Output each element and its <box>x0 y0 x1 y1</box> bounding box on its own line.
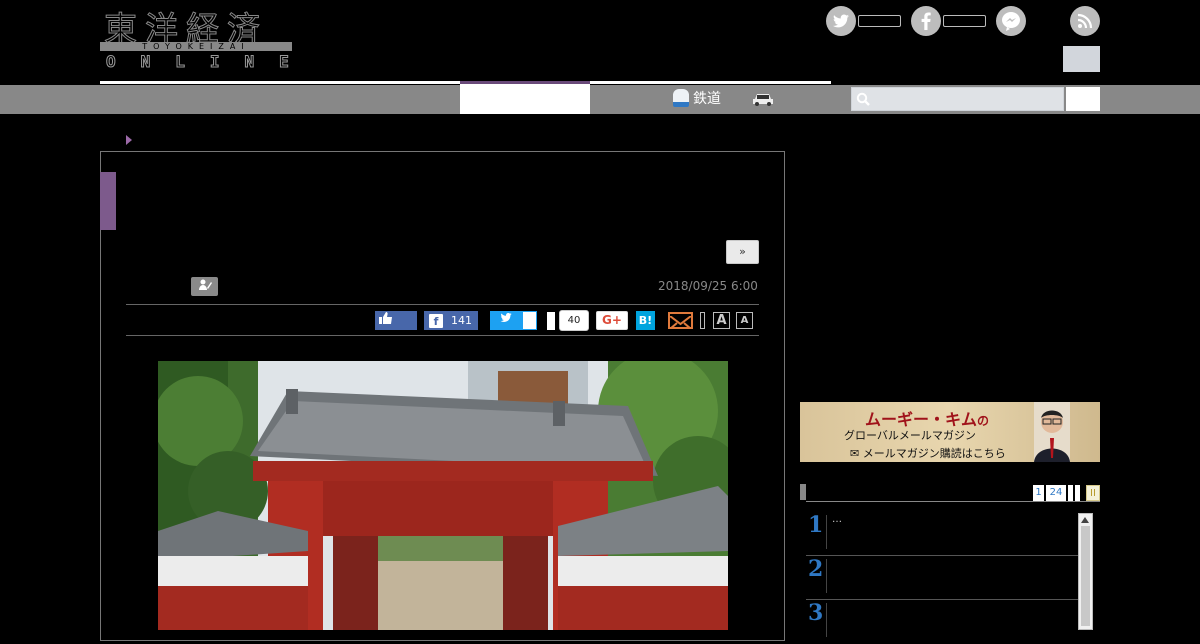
car-icon[interactable] <box>752 91 774 106</box>
pocket-button[interactable] <box>547 312 555 330</box>
title-marker <box>100 172 116 230</box>
twitter-share-button[interactable] <box>490 311 522 330</box>
mail-icon <box>669 315 692 330</box>
banner-cta: ✉ メールマガジン購読はこちら <box>850 447 1006 460</box>
search-input[interactable] <box>851 87 1064 111</box>
ranking-widget: 1 24 II 1 … 2 3 <box>800 484 1100 644</box>
twitter-follow[interactable] <box>826 6 901 36</box>
rss-button[interactable] <box>1070 6 1100 36</box>
ranking-header-marker <box>800 484 806 500</box>
pocket-count: 40 <box>559 310 589 331</box>
rank-separator <box>826 559 827 593</box>
twitter-bird-icon <box>500 313 512 322</box>
nav-tab-railway-label: 鉄道 <box>693 91 721 107</box>
ranking-row[interactable]: 2 <box>806 556 1078 600</box>
rank-number: 1 <box>808 512 824 538</box>
facebook-share-count: 141 <box>451 314 472 327</box>
mail-share-button[interactable] <box>668 312 693 330</box>
facebook-share-button[interactable]: f 141 <box>424 311 478 330</box>
breadcrumb-arrow-icon <box>126 135 132 145</box>
rank-title: … <box>832 514 842 525</box>
like-button[interactable] <box>375 311 417 330</box>
ranking-row[interactable]: 1 … <box>806 512 1078 556</box>
mail-magazine-banner[interactable]: ムーギー・キムの グローバルメールマガジン ✉ メールマガジン購読はこちら <box>800 402 1100 462</box>
ranking-tab-3[interactable] <box>1068 485 1073 501</box>
share-divider-bottom <box>126 335 759 336</box>
font-size-large-button[interactable]: A <box>713 312 730 329</box>
ranking-tab-5[interactable]: II <box>1086 485 1100 501</box>
logo-romaji-bar: TOYOKEIZAI <box>100 42 292 51</box>
article-hero-image <box>158 361 728 630</box>
rank-number: 2 <box>808 556 824 582</box>
rss-icon <box>1070 6 1100 36</box>
print-button[interactable] <box>700 312 705 329</box>
ranking-tab-24[interactable]: 24 <box>1046 485 1066 501</box>
twitter-icon <box>826 6 856 36</box>
twitter-count <box>522 311 537 330</box>
ranking-header-line <box>806 501 1100 502</box>
font-size-small-button[interactable]: A <box>736 312 753 329</box>
facebook-count-box <box>943 15 986 27</box>
google-plus-button[interactable]: G+ <box>596 311 628 330</box>
scroll-up-icon[interactable] <box>1081 517 1089 523</box>
ranking-row[interactable]: 3 <box>806 600 1078 644</box>
facebook-icon <box>911 6 941 36</box>
search-icon <box>856 92 870 106</box>
ranking-tab-1[interactable]: 1 <box>1033 485 1044 501</box>
publish-date: 2018/09/25 6:00 <box>658 279 758 293</box>
rank-separator <box>826 515 827 549</box>
ranking-tab-4[interactable] <box>1075 485 1080 501</box>
facebook-follow[interactable] <box>911 6 986 36</box>
messenger-button[interactable] <box>996 6 1026 36</box>
thumbs-up-icon <box>379 312 392 324</box>
search-button[interactable] <box>1066 87 1100 111</box>
scroll-thumb[interactable] <box>1081 526 1090 626</box>
share-divider-top <box>126 304 759 305</box>
nav-tab-active[interactable] <box>460 84 590 114</box>
rank-number: 3 <box>808 600 824 626</box>
facebook-icon: f <box>429 313 443 328</box>
banner-portrait <box>1034 402 1070 462</box>
logo-online: ONLINE <box>106 52 314 72</box>
train-icon <box>673 89 689 107</box>
author-icon[interactable] <box>191 277 218 296</box>
banner-subtitle: グローバルメールマガジン <box>844 429 976 442</box>
login-button[interactable] <box>1063 46 1100 72</box>
messenger-icon <box>996 6 1026 36</box>
rank-separator <box>826 603 827 637</box>
ranking-scrollbar[interactable] <box>1078 513 1093 630</box>
nav-tab-railway[interactable]: 鉄道 <box>673 88 721 108</box>
next-page-button[interactable]: » <box>726 240 759 264</box>
hatena-bookmark-button[interactable]: B! <box>636 311 655 330</box>
twitter-count-box <box>858 15 901 27</box>
